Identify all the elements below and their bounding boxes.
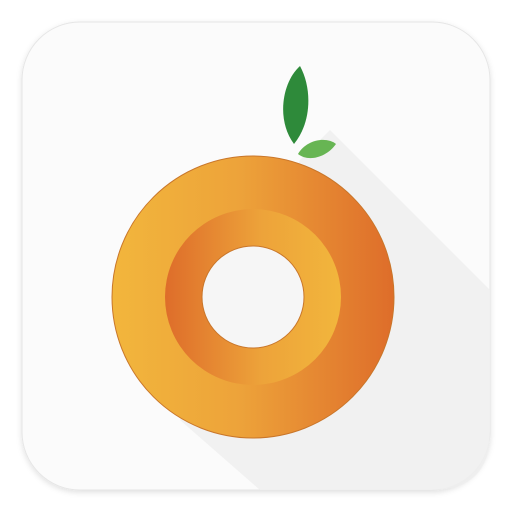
orange-fruit-ring-icon <box>21 21 491 491</box>
app-icon-canvas <box>0 0 512 512</box>
orange-center-hole <box>201 245 305 349</box>
